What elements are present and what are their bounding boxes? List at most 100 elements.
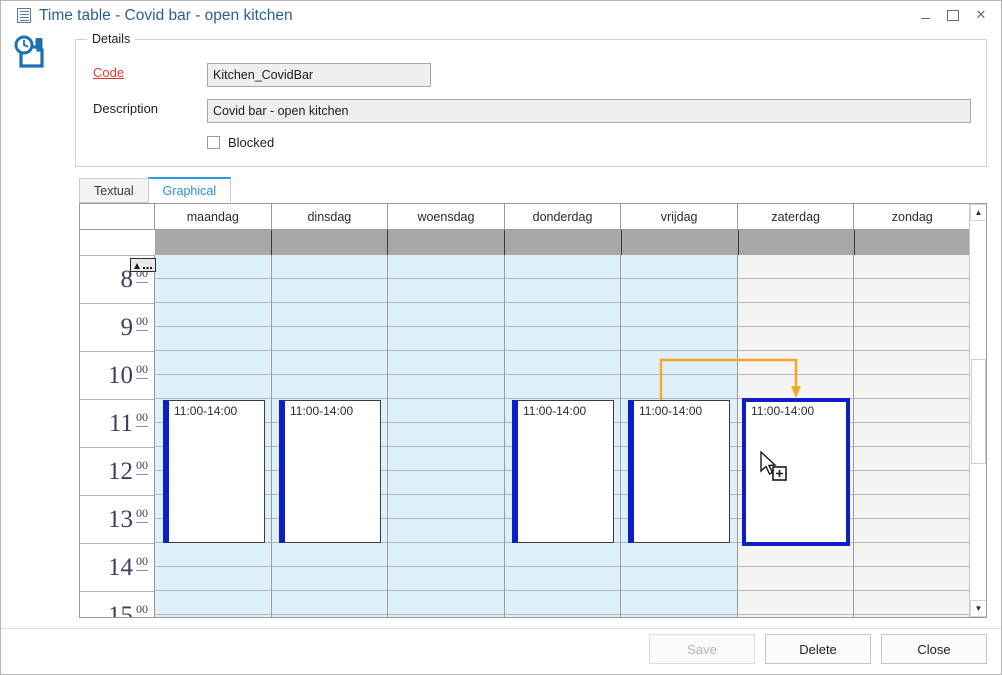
half-hour-slot[interactable] bbox=[621, 327, 737, 351]
half-hour-slot[interactable] bbox=[854, 591, 970, 615]
half-hour-slot[interactable] bbox=[738, 255, 853, 279]
code-input[interactable] bbox=[207, 63, 431, 87]
day-header-maandag[interactable]: maandag bbox=[155, 204, 272, 229]
half-hour-slot[interactable] bbox=[738, 303, 853, 327]
half-hour-slot[interactable] bbox=[738, 567, 853, 591]
day-header-woensdag[interactable]: woensdag bbox=[388, 204, 505, 229]
half-hour-slot[interactable] bbox=[388, 399, 504, 423]
day-column-zondag[interactable] bbox=[854, 255, 971, 618]
half-hour-slot[interactable] bbox=[738, 591, 853, 615]
half-hour-slot[interactable] bbox=[388, 567, 504, 591]
half-hour-slot[interactable] bbox=[621, 279, 737, 303]
day-header-zondag[interactable]: zondag bbox=[854, 204, 971, 229]
scroll-up-icon[interactable]: ▲ bbox=[970, 204, 987, 221]
appointment-block-donderdag[interactable]: 11:00-14:00 bbox=[512, 400, 614, 543]
half-hour-slot[interactable] bbox=[854, 543, 970, 567]
half-hour-slot[interactable] bbox=[854, 495, 970, 519]
half-hour-slot[interactable] bbox=[272, 327, 387, 351]
half-hour-slot[interactable] bbox=[388, 375, 504, 399]
scroll-down-icon[interactable]: ▼ bbox=[970, 600, 987, 617]
grid-zoom-icon[interactable] bbox=[130, 258, 156, 272]
half-hour-slot[interactable] bbox=[155, 591, 271, 615]
half-hour-slot[interactable] bbox=[738, 543, 853, 567]
minimize-button[interactable] bbox=[911, 1, 939, 29]
half-hour-slot[interactable] bbox=[621, 303, 737, 327]
tab-graphical[interactable]: Graphical bbox=[148, 177, 232, 203]
half-hour-slot[interactable] bbox=[738, 279, 853, 303]
half-hour-slot[interactable] bbox=[155, 303, 271, 327]
half-hour-slot[interactable] bbox=[854, 423, 970, 447]
day-header-donderdag[interactable]: donderdag bbox=[505, 204, 622, 229]
half-hour-slot[interactable] bbox=[388, 255, 504, 279]
half-hour-slot[interactable] bbox=[505, 543, 620, 567]
half-hour-slot[interactable] bbox=[621, 543, 737, 567]
day-header-zaterdag[interactable]: zaterdag bbox=[738, 204, 855, 229]
calendar-vertical-scrollbar[interactable]: ▲ ▼ bbox=[969, 204, 986, 617]
half-hour-slot[interactable] bbox=[272, 543, 387, 567]
save-button[interactable]: Save bbox=[649, 634, 755, 664]
maximize-button[interactable] bbox=[939, 1, 967, 29]
half-hour-slot[interactable] bbox=[854, 279, 970, 303]
half-hour-slot[interactable] bbox=[272, 591, 387, 615]
half-hour-slot[interactable] bbox=[505, 279, 620, 303]
appointment-block-vrijdag[interactable]: 11:00-14:00 bbox=[628, 400, 730, 543]
half-hour-slot[interactable] bbox=[854, 351, 970, 375]
allday-cell-donderdag[interactable] bbox=[505, 230, 622, 255]
close-button[interactable]: Close bbox=[881, 634, 987, 664]
half-hour-slot[interactable] bbox=[854, 567, 970, 591]
half-hour-slot[interactable] bbox=[854, 519, 970, 543]
half-hour-slot[interactable] bbox=[272, 567, 387, 591]
allday-cell-dinsdag[interactable] bbox=[272, 230, 389, 255]
close-icon[interactable]: ✕ bbox=[967, 1, 995, 29]
half-hour-slot[interactable] bbox=[621, 591, 737, 615]
half-hour-slot[interactable] bbox=[854, 375, 970, 399]
allday-cell-maandag[interactable] bbox=[155, 230, 272, 255]
tab-textual[interactable]: Textual bbox=[79, 178, 149, 203]
half-hour-slot[interactable] bbox=[505, 327, 620, 351]
allday-cell-zaterdag[interactable] bbox=[739, 230, 856, 255]
half-hour-slot[interactable] bbox=[155, 543, 271, 567]
half-hour-slot[interactable] bbox=[388, 519, 504, 543]
blocked-checkbox[interactable] bbox=[207, 136, 220, 149]
half-hour-slot[interactable] bbox=[621, 255, 737, 279]
half-hour-slot[interactable] bbox=[621, 375, 737, 399]
half-hour-slot[interactable] bbox=[155, 327, 271, 351]
half-hour-slot[interactable] bbox=[505, 351, 620, 375]
allday-cell-vrijdag[interactable] bbox=[622, 230, 739, 255]
half-hour-slot[interactable] bbox=[388, 279, 504, 303]
scrollbar-thumb[interactable] bbox=[971, 359, 986, 464]
half-hour-slot[interactable] bbox=[388, 591, 504, 615]
half-hour-slot[interactable] bbox=[272, 303, 387, 327]
allday-cell-woensdag[interactable] bbox=[388, 230, 505, 255]
half-hour-slot[interactable] bbox=[505, 591, 620, 615]
description-input[interactable] bbox=[207, 99, 971, 123]
half-hour-slot[interactable] bbox=[272, 255, 387, 279]
half-hour-slot[interactable] bbox=[505, 303, 620, 327]
half-hour-slot[interactable] bbox=[738, 351, 853, 375]
half-hour-slot[interactable] bbox=[388, 543, 504, 567]
half-hour-slot[interactable] bbox=[388, 471, 504, 495]
half-hour-slot[interactable] bbox=[854, 255, 970, 279]
half-hour-slot[interactable] bbox=[155, 255, 271, 279]
half-hour-slot[interactable] bbox=[388, 447, 504, 471]
half-hour-slot[interactable] bbox=[388, 303, 504, 327]
half-hour-slot[interactable] bbox=[388, 351, 504, 375]
half-hour-slot[interactable] bbox=[621, 351, 737, 375]
half-hour-slot[interactable] bbox=[854, 303, 970, 327]
day-header-dinsdag[interactable]: dinsdag bbox=[272, 204, 389, 229]
appointment-block-maandag[interactable]: 11:00-14:00 bbox=[163, 400, 265, 543]
half-hour-slot[interactable] bbox=[738, 327, 853, 351]
half-hour-slot[interactable] bbox=[388, 327, 504, 351]
day-header-vrijdag[interactable]: vrijdag bbox=[621, 204, 738, 229]
half-hour-slot[interactable] bbox=[388, 423, 504, 447]
half-hour-slot[interactable] bbox=[505, 375, 620, 399]
allday-cell-zondag[interactable] bbox=[855, 230, 971, 255]
half-hour-slot[interactable] bbox=[388, 495, 504, 519]
half-hour-slot[interactable] bbox=[854, 447, 970, 471]
appointment-block-dinsdag[interactable]: 11:00-14:00 bbox=[279, 400, 381, 543]
half-hour-slot[interactable] bbox=[621, 567, 737, 591]
half-hour-slot[interactable] bbox=[155, 375, 271, 399]
half-hour-slot[interactable] bbox=[854, 399, 970, 423]
half-hour-slot[interactable] bbox=[505, 255, 620, 279]
half-hour-slot[interactable] bbox=[155, 567, 271, 591]
